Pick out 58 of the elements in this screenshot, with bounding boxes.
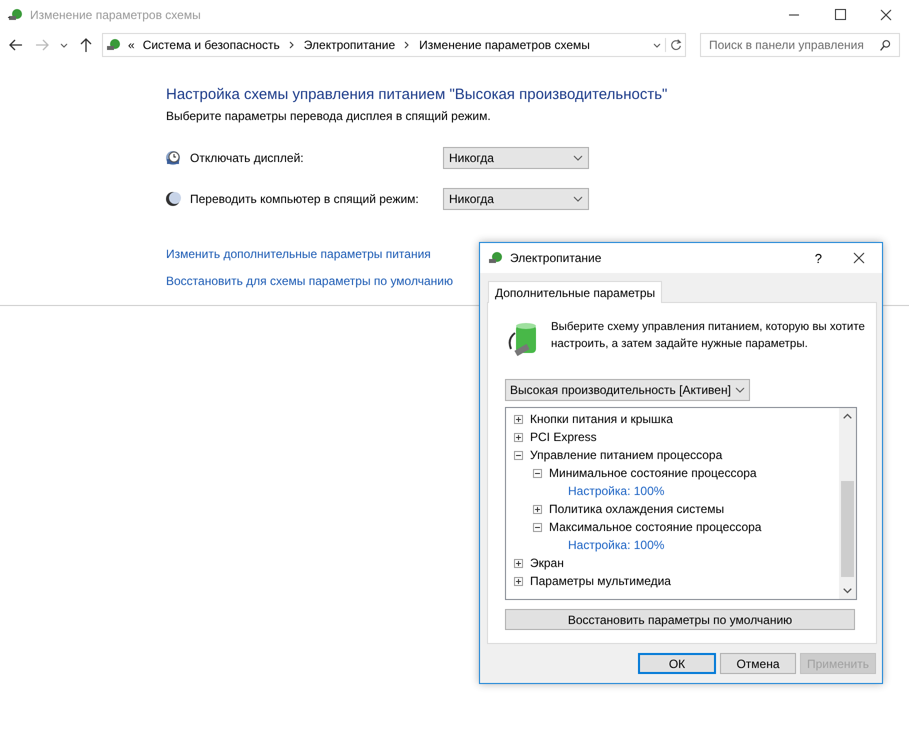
tab[interactable]: Дополнительные параметры <box>488 281 662 303</box>
expand-icon[interactable] <box>514 432 523 442</box>
expand-icon[interactable] <box>533 504 542 514</box>
chevron-icon <box>403 41 412 49</box>
tree-item[interactable]: Управление питанием процессора <box>530 448 722 462</box>
up-arrow-icon[interactable] <box>78 37 94 53</box>
caret-icon[interactable] <box>653 41 661 49</box>
overflow-chevron[interactable]: « <box>128 38 135 52</box>
caret-icon[interactable] <box>60 41 68 49</box>
page-heading: Настройка схемы управления питанием "Высокая производительность" <box>166 86 668 103</box>
breadcrumb-item[interactable]: Изменение параметров схемы <box>419 38 590 52</box>
breadcrumb-item[interactable]: Электропитание <box>304 38 396 52</box>
instruction-text: Выберите схему управления питанием, которую вы хотите настроить, а затем задайте нужные параметры. <box>551 320 866 352</box>
power-plug-icon <box>488 250 504 266</box>
page-subheading: Выберите параметры перевода дисплея в спящий режим. <box>166 109 492 123</box>
restore-defaults-button[interactable]: Восстановить параметры по умолчанию <box>505 609 855 630</box>
tree-item[interactable]: Максимальное состояние процессора <box>549 520 762 534</box>
tree-item[interactable]: Экран <box>530 556 564 570</box>
link[interactable]: Восстановить для схемы параметры по умолчанию <box>166 274 453 288</box>
chevron-icon <box>288 41 296 49</box>
caret-icon <box>573 153 583 163</box>
tree-item[interactable]: Параметры мультимедиа <box>530 574 671 588</box>
address-bar[interactable]: « Система и безопасность Электропитание Изменение параметров схемы <box>102 33 686 57</box>
setting-label: Отключать дисплей: <box>190 151 305 165</box>
caret-icon <box>573 194 583 204</box>
link[interactable]: Изменить дополнительные параметры питания <box>166 247 431 261</box>
plan-dropdown[interactable]: Высокая производительность [Активен] <box>505 379 750 401</box>
back-arrow-icon[interactable] <box>8 37 24 53</box>
clock-monitor-icon <box>165 150 181 166</box>
dialog-title: Электропитание <box>510 251 602 265</box>
setting-value-link[interactable]: Настройка: 100% <box>568 484 664 498</box>
caret-icon <box>734 385 745 395</box>
dialog-button[interactable]: ОК <box>638 653 716 674</box>
expand-icon[interactable] <box>514 414 523 424</box>
collapse-icon[interactable] <box>533 468 542 478</box>
tree-item[interactable]: PCI Express <box>530 430 597 444</box>
power-plug-icon <box>8 7 24 23</box>
window-title: Изменение параметров схемы <box>30 8 201 22</box>
search-icon <box>879 38 892 52</box>
help-button[interactable]: ? <box>800 243 836 273</box>
refresh-icon[interactable] <box>665 38 683 52</box>
setting-label: Переводить компьютер в спящий режим: <box>190 192 420 206</box>
moon-icon <box>165 191 181 207</box>
collapse-icon[interactable] <box>514 450 523 460</box>
scrollbar[interactable] <box>839 408 856 599</box>
tree-item[interactable]: Кнопки питания и крышка <box>530 412 673 426</box>
expand-icon[interactable] <box>514 576 523 586</box>
setting-value-link[interactable]: Настройка: 100% <box>568 538 664 552</box>
dropdown[interactable]: Никогда <box>443 147 589 169</box>
tree-item[interactable]: Минимальное состояние процессора <box>549 466 757 480</box>
dialog-button[interactable]: Отмена <box>720 653 796 674</box>
breadcrumb-item[interactable]: Система и безопасность <box>142 38 280 52</box>
dropdown[interactable]: Никогда <box>443 188 589 210</box>
search-field[interactable]: Поиск в панели управления <box>700 33 900 57</box>
power-plug-icon <box>106 37 122 53</box>
expand-icon[interactable] <box>514 558 523 568</box>
collapse-icon[interactable] <box>533 522 542 532</box>
tree-item[interactable]: Политика охлаждения системы <box>549 502 724 516</box>
